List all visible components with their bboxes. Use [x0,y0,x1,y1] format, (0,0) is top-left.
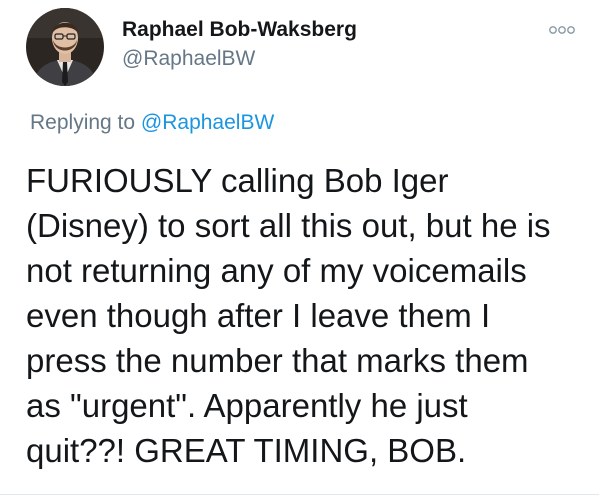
tweet-line: not returning any of my voicemails [26,252,527,289]
author-display-name[interactable]: Raphael Bob-Waksberg [122,18,357,42]
author-handle[interactable]: @RaphaelBW [122,47,255,71]
replying-to-line: Replying to @RaphaelBW [30,111,274,135]
tweet-line: press the number that marks them [26,342,529,379]
tweet-line: even though after I leave them I [26,297,491,334]
tweet-line: (Disney) to sort all this out, but he is [26,207,551,244]
tweet-line: quit??! GREAT TIMING, BOB. [26,432,467,469]
avatar[interactable] [26,8,104,86]
tweet-line: as "urgent". Apparently he just [26,387,468,424]
more-options-icon[interactable] [548,24,576,36]
divider [0,494,599,495]
tweet-line: FURIOUSLY calling Bob Iger [26,162,449,199]
reply-mention-link[interactable]: @RaphaelBW [141,111,274,134]
tweet-text: FURIOUSLY calling Bob Iger (Disney) to s… [26,158,591,473]
replying-to-label: Replying to [30,111,136,134]
